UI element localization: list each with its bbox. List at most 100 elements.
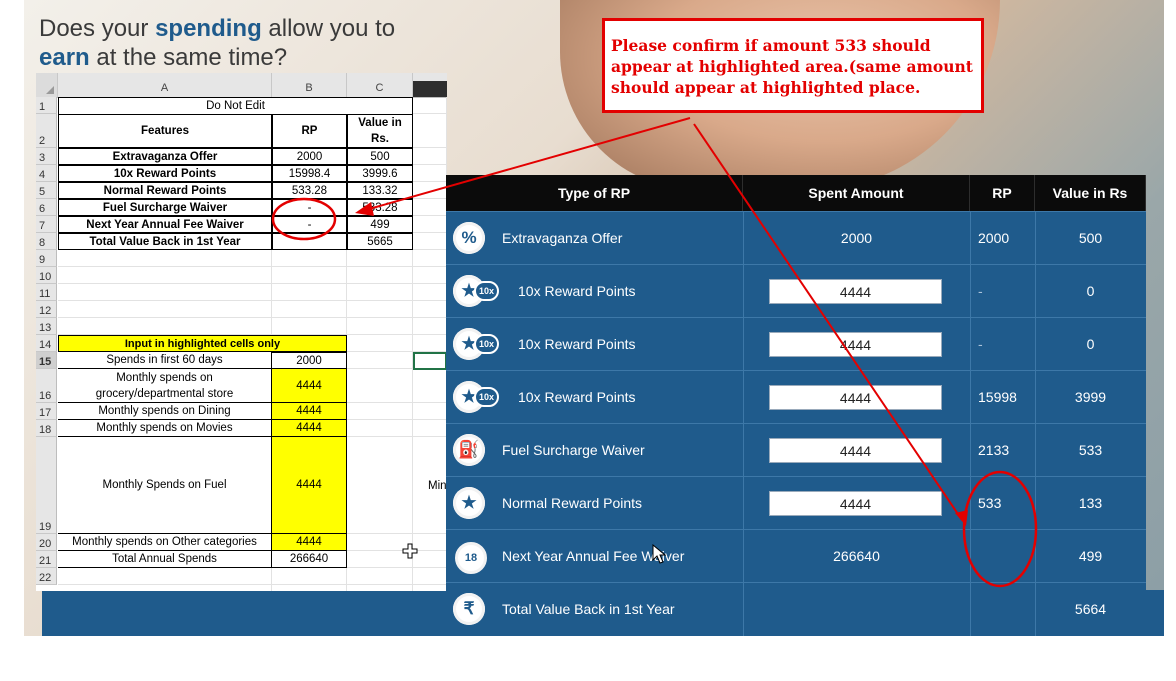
row-header[interactable]: 1	[36, 97, 57, 114]
active-cell-selection[interactable]	[413, 352, 447, 370]
input-label-cell: Spends in first 60 days	[58, 352, 272, 369]
header-rp: RP	[970, 175, 1035, 211]
summary-rp-cell	[272, 233, 347, 250]
reward-type-label: Extravaganza Offer	[502, 230, 623, 246]
input-value-cell[interactable]: 4444	[272, 369, 347, 403]
summary-value-cell: 533.28	[347, 199, 413, 216]
value-in-rs: 133	[1078, 495, 1103, 511]
row-header[interactable]: 10	[36, 267, 57, 284]
column-divider	[743, 211, 744, 636]
page-headline: Does your spending allow you to earn at t…	[39, 15, 396, 71]
fuel-pump-icon: ⛽	[453, 434, 485, 466]
row-header[interactable]: 19	[36, 437, 57, 534]
select-all-corner[interactable]	[36, 73, 58, 97]
reward-row: ⛽ Fuel Surcharge Waiver 2133 533	[446, 423, 1146, 476]
row-header[interactable]: 9	[36, 250, 57, 267]
value-in-rs: 0	[1086, 336, 1095, 352]
row-header[interactable]: 8	[36, 233, 57, 250]
row-header[interactable]: 11	[36, 284, 57, 301]
spent-amount-value: 266640	[833, 548, 880, 564]
gridline	[58, 317, 447, 318]
row-header[interactable]: 21	[36, 551, 57, 568]
input-value-cell[interactable]: 4444	[272, 420, 347, 437]
row-header[interactable]: 15	[36, 352, 57, 369]
gridline	[58, 584, 447, 585]
rp-value	[978, 583, 1035, 636]
row-header[interactable]: 5	[36, 182, 57, 199]
clipped-cell-text: Min	[428, 479, 447, 492]
input-label-cell: Monthly spends on Dining	[58, 403, 272, 420]
reward-type-label: 10x Reward Points	[518, 283, 636, 299]
reward-row: % Extravaganza Offer 2000 2000 500	[446, 211, 1146, 264]
mouse-pointer-icon	[652, 544, 666, 564]
input-value-cell[interactable]: 4444	[272, 534, 347, 551]
row-header[interactable]: 16	[36, 369, 57, 403]
input-label-cell: Monthly spends on Movies	[58, 420, 272, 437]
value-in-rs: 3999	[1074, 389, 1107, 405]
input-label-cell: Monthly Spends on Fuel	[58, 437, 272, 534]
spent-amount-input[interactable]	[769, 279, 942, 304]
rp-value: -	[978, 283, 983, 299]
ten-x-badge-icon: 10x	[474, 387, 499, 407]
summary-feature-cell: Normal Reward Points	[58, 182, 272, 199]
row-header[interactable]: 3	[36, 148, 57, 165]
row-header[interactable]: 4	[36, 165, 57, 182]
summary-rp-cell: 533.28	[272, 182, 347, 199]
spent-amount-value	[743, 583, 970, 636]
summary-feature-cell: Next Year Annual Fee Waiver	[58, 216, 272, 233]
row-header[interactable]: 7	[36, 216, 57, 233]
annotation-callout: Please confirm if amount 533 should appe…	[602, 18, 984, 113]
row-header[interactable]: 13	[36, 318, 57, 335]
input-value-cell[interactable]: 4444	[272, 403, 347, 420]
gridline	[58, 266, 447, 267]
value-in-rs: 5664	[1074, 601, 1107, 617]
summary-feature-cell: Fuel Surcharge Waiver	[58, 199, 272, 216]
row-header[interactable]: 2	[36, 114, 57, 148]
reward-type-label: Normal Reward Points	[502, 495, 643, 511]
value-in-rs: 499	[1078, 548, 1103, 564]
value-in-rs: 533	[1078, 442, 1103, 458]
reward-row: ★ Normal Reward Points 533 133	[446, 476, 1146, 529]
spent-amount-input[interactable]	[769, 332, 942, 357]
row-header[interactable]: 22	[36, 568, 57, 585]
input-header: Input in highlighted cells only	[58, 335, 347, 352]
column-header-c[interactable]: C	[347, 73, 413, 97]
reward-type-label: Fuel Surcharge Waiver	[502, 442, 645, 458]
header-type-of-rp: Type of RP	[446, 175, 743, 211]
row-header[interactable]: 14	[36, 335, 57, 352]
header-value-line-2: Rs.	[371, 133, 389, 145]
reward-row: ★10x10x Reward Points-0	[446, 317, 1146, 370]
summary-rp-cell: -	[272, 199, 347, 216]
summary-value-cell: 499	[347, 216, 413, 233]
reward-row: 18 Next Year Annual Fee Waiver 266640 499	[446, 529, 1146, 582]
summary-value-cell: 500	[347, 148, 413, 165]
rp-value: 2000	[978, 230, 1010, 246]
reward-row: ★10x10x Reward Points-0	[446, 264, 1146, 317]
reward-type-label: 10x Reward Points	[518, 389, 636, 405]
row-header[interactable]: 18	[36, 420, 57, 437]
column-header-d[interactable]	[413, 81, 447, 97]
row-header[interactable]: 6	[36, 199, 57, 216]
spent-amount-input[interactable]	[769, 385, 942, 410]
calendar-icon: 18	[453, 540, 489, 576]
summary-rp-cell: -	[272, 216, 347, 233]
spent-amount-input[interactable]	[769, 438, 942, 463]
input-label-cell: Monthly spends on grocery/departmental st…	[58, 369, 272, 403]
rp-value: 2133	[978, 442, 1010, 458]
input-label-cell: Monthly spends on Other categories	[58, 534, 272, 551]
input-value-cell[interactable]: 4444	[272, 437, 347, 534]
reward-row: ★10x10x Reward Points159983999	[446, 370, 1146, 423]
rewards-table: Type of RP Spent Amount RP Value in Rs %…	[446, 175, 1146, 636]
row-header[interactable]: 12	[36, 301, 57, 318]
spent-amount-value: 2000	[840, 230, 873, 246]
rp-value	[978, 530, 1035, 583]
row-header[interactable]: 17	[36, 403, 57, 420]
spent-amount-input[interactable]	[769, 491, 942, 516]
annotation-line-3: should appear at highlighted place.	[611, 78, 921, 97]
row-header[interactable]: 20	[36, 534, 57, 551]
readonly-value-cell: 2000	[272, 352, 347, 369]
percent-icon: %	[453, 222, 485, 254]
rupee-icon: ₹	[453, 593, 485, 625]
column-header-b[interactable]: B	[272, 73, 347, 97]
column-header-a[interactable]: A	[58, 73, 272, 97]
